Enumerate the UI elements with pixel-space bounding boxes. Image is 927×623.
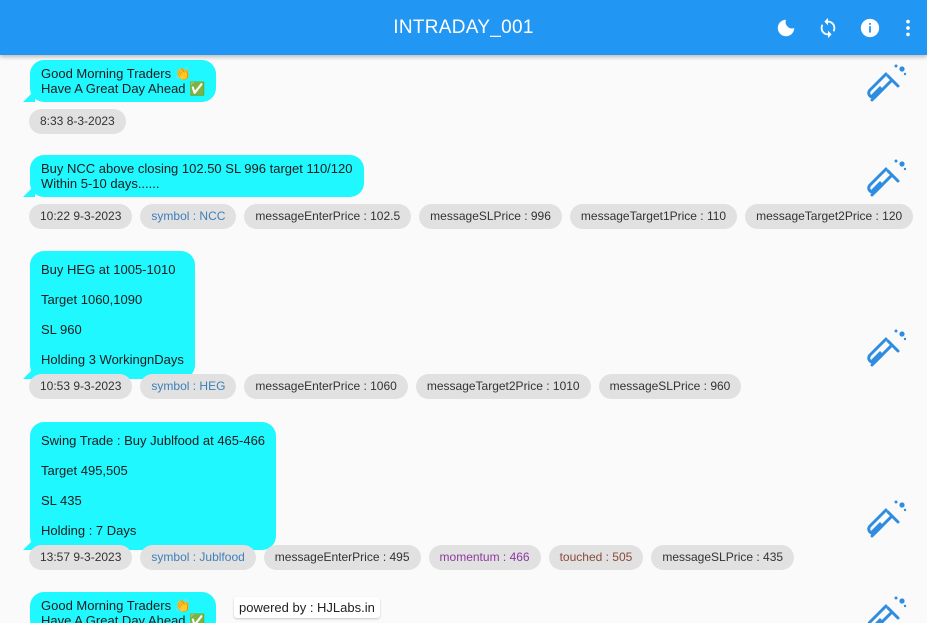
message-tags: 10:22 9-3-2023 symbol : NCC messageEnter… [29,204,914,229]
refresh-icon [820,17,836,39]
message-bubble: Buy HEG at 1005-1010 Target 1060,1090 SL… [23,251,195,379]
test-tube-icon[interactable] [860,592,910,623]
message-bubble: Buy NCC above closing 102.50 SL 996 targ… [23,155,364,197]
symbol-chip: symbol : NCC [140,204,237,229]
more-vert-icon [906,19,910,37]
enter-price-chip: messageEnterPrice : 102.5 [244,204,412,229]
message-line: Within 5-10 days...... [41,176,160,191]
message-line: Swing Trade : Buy Jublfood at 465-466 [41,433,266,448]
enter-price-chip: messageEnterPrice : 1060 [244,374,408,399]
symbol-chip: symbol : HEG [140,374,237,399]
message-bubble: Good Morning Traders 👏 Have A Great Day … [23,60,217,102]
message-line: Target 1060,1090 [41,292,143,307]
message-line: Buy NCC above closing 102.50 SL 996 targ… [41,161,353,176]
test-tube-icon[interactable] [860,60,910,106]
message-tags: 13:57 9-3-2023 symbol : Jublfood message… [29,545,795,570]
test-tube-icon[interactable] [860,155,910,201]
message-line: Good Morning Traders 👏 [41,66,191,81]
theme-toggle-button[interactable] [771,13,801,43]
target1-price-chip: messageTarget1Price : 110 [569,204,738,229]
app-bar: INTRADAY_001 [0,0,927,55]
bubble-tail [23,185,35,197]
touched-chip: touched : 505 [548,545,644,570]
message-feed[interactable]: Good Morning Traders 👏 Have A Great Day … [0,55,927,623]
sl-price-chip: messageSLPrice : 435 [651,545,795,570]
target2-price-chip: messageTarget2Price : 1010 [415,374,591,399]
message-line: Have A Great Day Ahead ✅ [41,613,206,623]
moon-icon [777,19,795,37]
message-line: Buy HEG at 1005-1010 [41,262,176,277]
momentum-chip: momentum : 466 [428,545,541,570]
message-line: Have A Great Day Ahead ✅ [41,81,206,96]
message-line: Holding : 7 Days [41,523,137,538]
info-button[interactable] [855,13,885,43]
message-line: SL 960 [41,322,82,337]
timestamp-chip: 8:33 8-3-2023 [29,109,126,134]
sl-price-chip: messageSLPrice : 960 [598,374,742,399]
test-tube-icon[interactable] [860,496,910,542]
overflow-menu-button[interactable] [893,13,923,43]
message-line: Holding 3 WorkingnDays [41,352,184,367]
timestamp-chip: 10:22 9-3-2023 [29,204,133,229]
message-bubble: Good Morning Traders 👏 Have A Great Day … [30,592,217,623]
message-tags: 10:53 9-3-2023 symbol : HEG messageEnter… [29,374,742,399]
powered-by-label[interactable]: powered by : HJLabs.in [234,597,380,618]
target2-price-chip: messageTarget2Price : 120 [745,204,914,229]
timestamp-chip: 10:53 9-3-2023 [29,374,133,399]
info-icon [860,18,880,38]
message-tags: 8:33 8-3-2023 [29,109,126,134]
sl-price-chip: messageSLPrice : 996 [419,204,562,229]
message-line: Good Morning Traders 👏 [41,598,191,613]
message-line: SL 435 [41,493,82,508]
timestamp-chip: 13:57 9-3-2023 [29,545,133,570]
test-tube-icon[interactable] [860,325,910,371]
bubble-tail [23,90,35,102]
message-bubble: Swing Trade : Buy Jublfood at 465-466 Ta… [23,422,277,550]
refresh-button[interactable] [813,13,843,43]
symbol-chip: symbol : Jublfood [140,545,256,570]
message-line: Target 495,505 [41,463,128,478]
enter-price-chip: messageEnterPrice : 495 [263,545,421,570]
